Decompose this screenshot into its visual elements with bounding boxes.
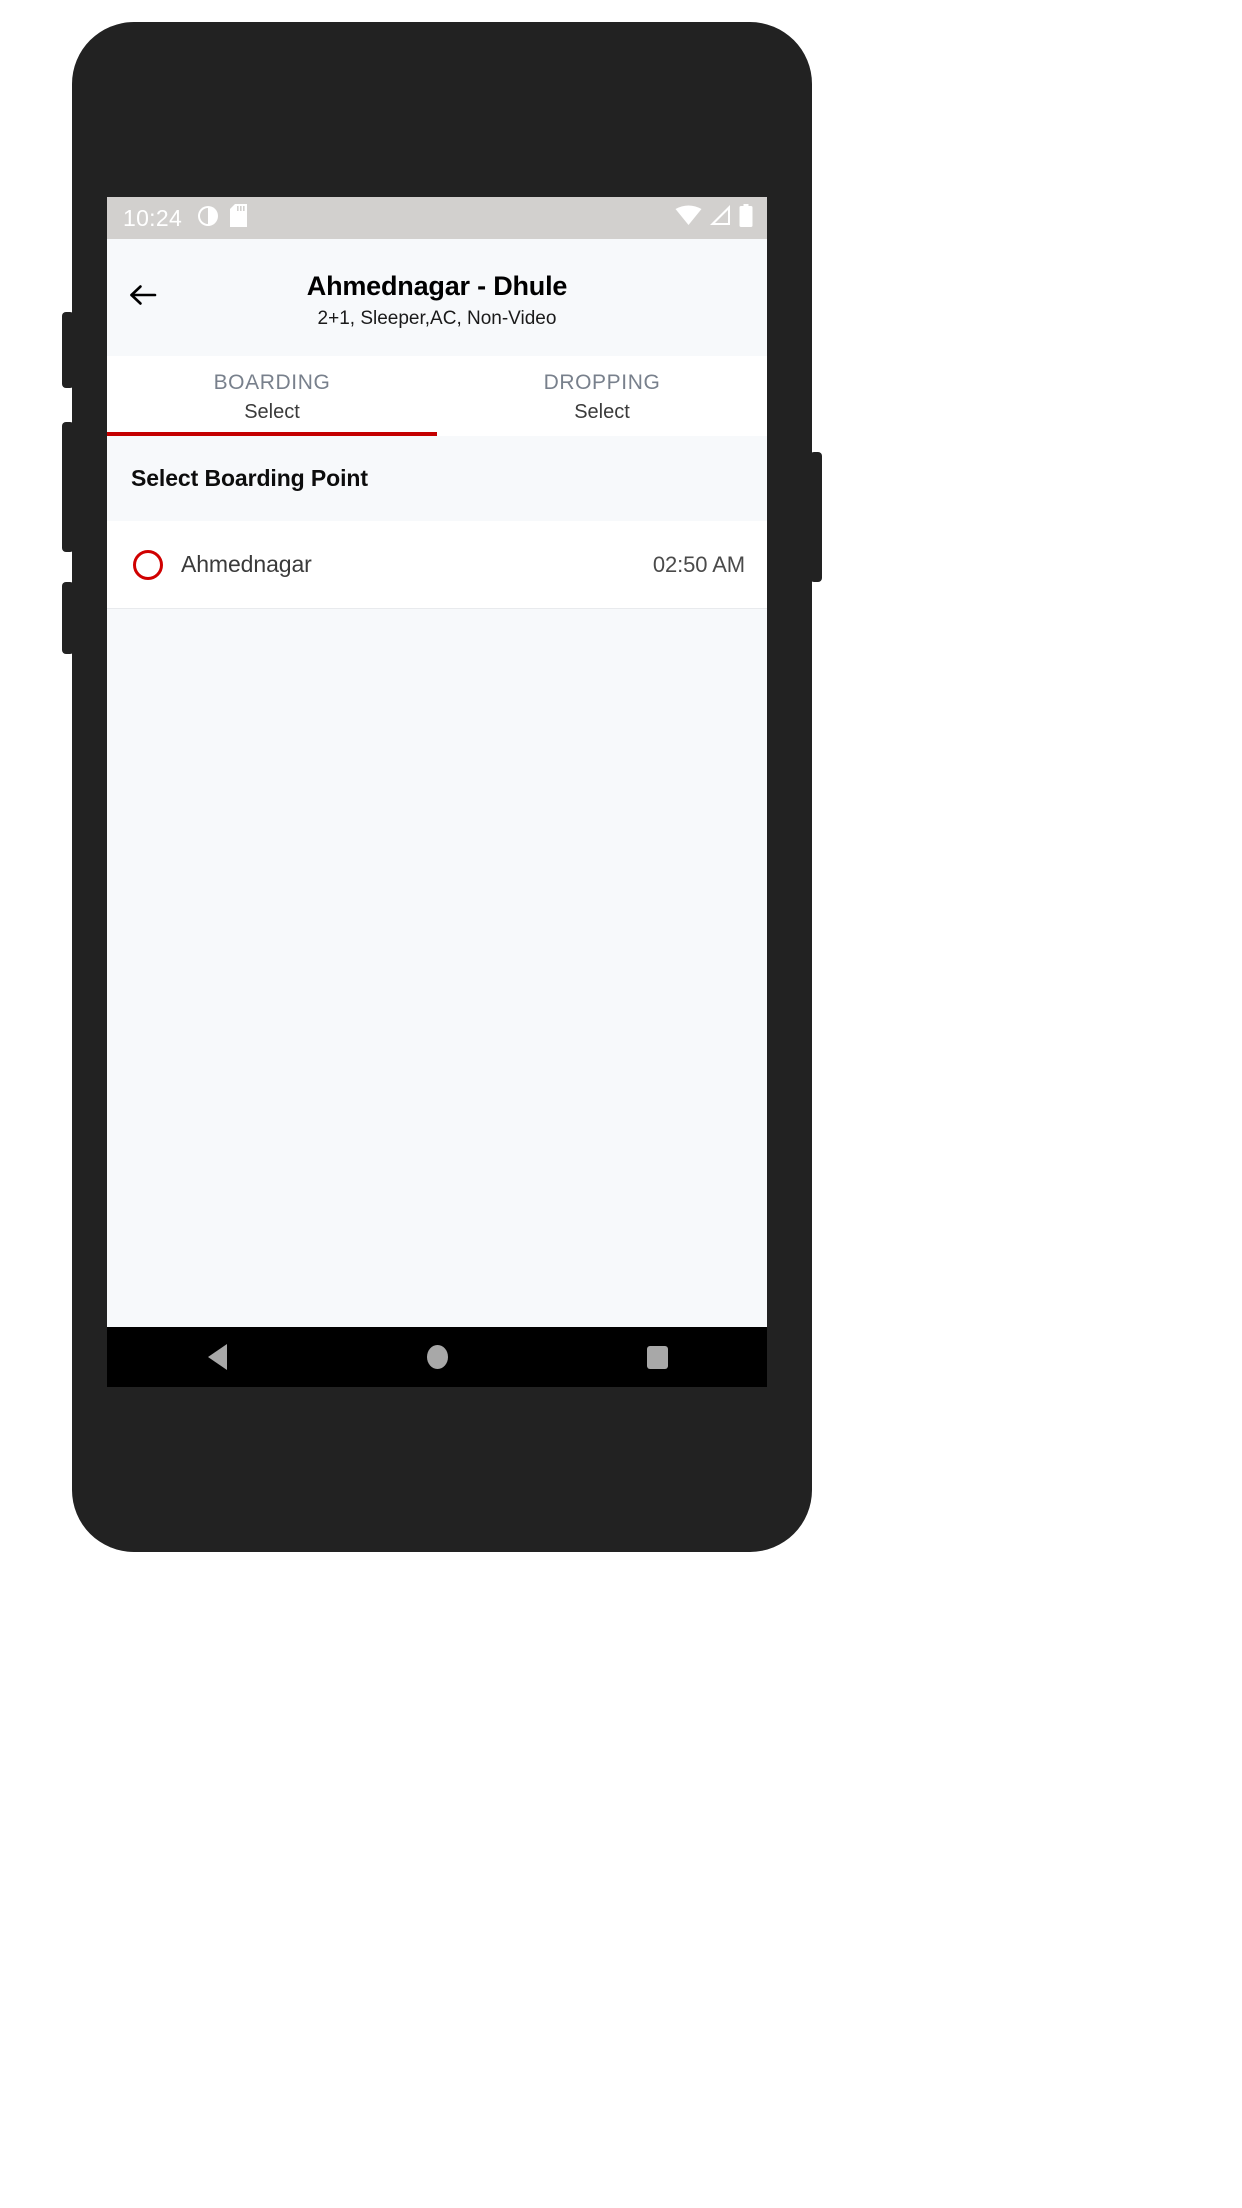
- content-area: Ahmednagar 02:50 AM: [107, 521, 767, 1327]
- nav-back-button[interactable]: [187, 1327, 247, 1387]
- page-title: Ahmednagar - Dhule: [306, 270, 568, 301]
- phone-screen: 10:24 Ahmednagar - Dhule 2+1, Sleeper,AC…: [107, 197, 767, 1387]
- list-item[interactable]: Ahmednagar 02:50 AM: [107, 521, 767, 609]
- boarding-point-list: Ahmednagar 02:50 AM: [107, 521, 767, 609]
- back-icon: [207, 1344, 227, 1370]
- page-subtitle: 2+1, Sleeper,AC, Non-Video: [317, 307, 557, 329]
- nav-home-button[interactable]: [407, 1327, 467, 1387]
- recents-icon: [646, 1345, 668, 1369]
- volume-down-button[interactable]: [62, 422, 74, 552]
- status-bar: 10:24: [107, 197, 767, 239]
- boarding-point-name: Ahmednagar: [181, 551, 312, 577]
- wifi-icon: [675, 205, 702, 231]
- tab-dropping-value: Select: [574, 401, 630, 424]
- android-navigation-bar: [107, 1327, 767, 1387]
- back-button[interactable]: [121, 275, 167, 321]
- sd-card-icon: [230, 204, 248, 232]
- mute-switch-button[interactable]: [62, 582, 74, 654]
- tab-dropping-title: DROPPING: [543, 370, 661, 394]
- cellular-signal-icon: [709, 205, 732, 231]
- tab-boarding[interactable]: BOARDING Select: [107, 356, 437, 436]
- section-header-label: Select Boarding Point: [131, 465, 368, 491]
- battery-icon: [739, 204, 753, 232]
- status-bar-clock: 10:24: [123, 204, 183, 231]
- tab-boarding-title: BOARDING: [213, 370, 331, 394]
- app-bar: Ahmednagar - Dhule 2+1, Sleeper,AC, Non-…: [107, 239, 767, 356]
- radio-button-icon[interactable]: [133, 549, 163, 580]
- boarding-point-time: 02:50 AM: [652, 551, 745, 577]
- app-bar-title-block: Ahmednagar - Dhule 2+1, Sleeper,AC, Non-…: [107, 264, 767, 332]
- power-button[interactable]: [810, 452, 822, 582]
- phone-device-frame: 10:24 Ahmednagar - Dhule 2+1, Sleeper,AC…: [62, 22, 822, 1552]
- volume-up-button[interactable]: [62, 312, 74, 388]
- tab-dropping[interactable]: DROPPING Select: [437, 356, 767, 436]
- home-icon: [426, 1345, 448, 1369]
- tab-bar: BOARDING Select DROPPING Select: [107, 356, 767, 436]
- status-bar-right-icons: [675, 204, 753, 232]
- tab-boarding-value: Select: [244, 401, 300, 424]
- section-header: Select Boarding Point: [107, 436, 767, 521]
- data-saver-icon: [197, 205, 219, 232]
- tab-active-indicator: [107, 432, 437, 436]
- empty-list-area: [107, 609, 767, 1327]
- nav-recents-button[interactable]: [627, 1327, 687, 1387]
- arrow-left-icon: [129, 283, 159, 312]
- status-bar-left-icons: [197, 204, 248, 232]
